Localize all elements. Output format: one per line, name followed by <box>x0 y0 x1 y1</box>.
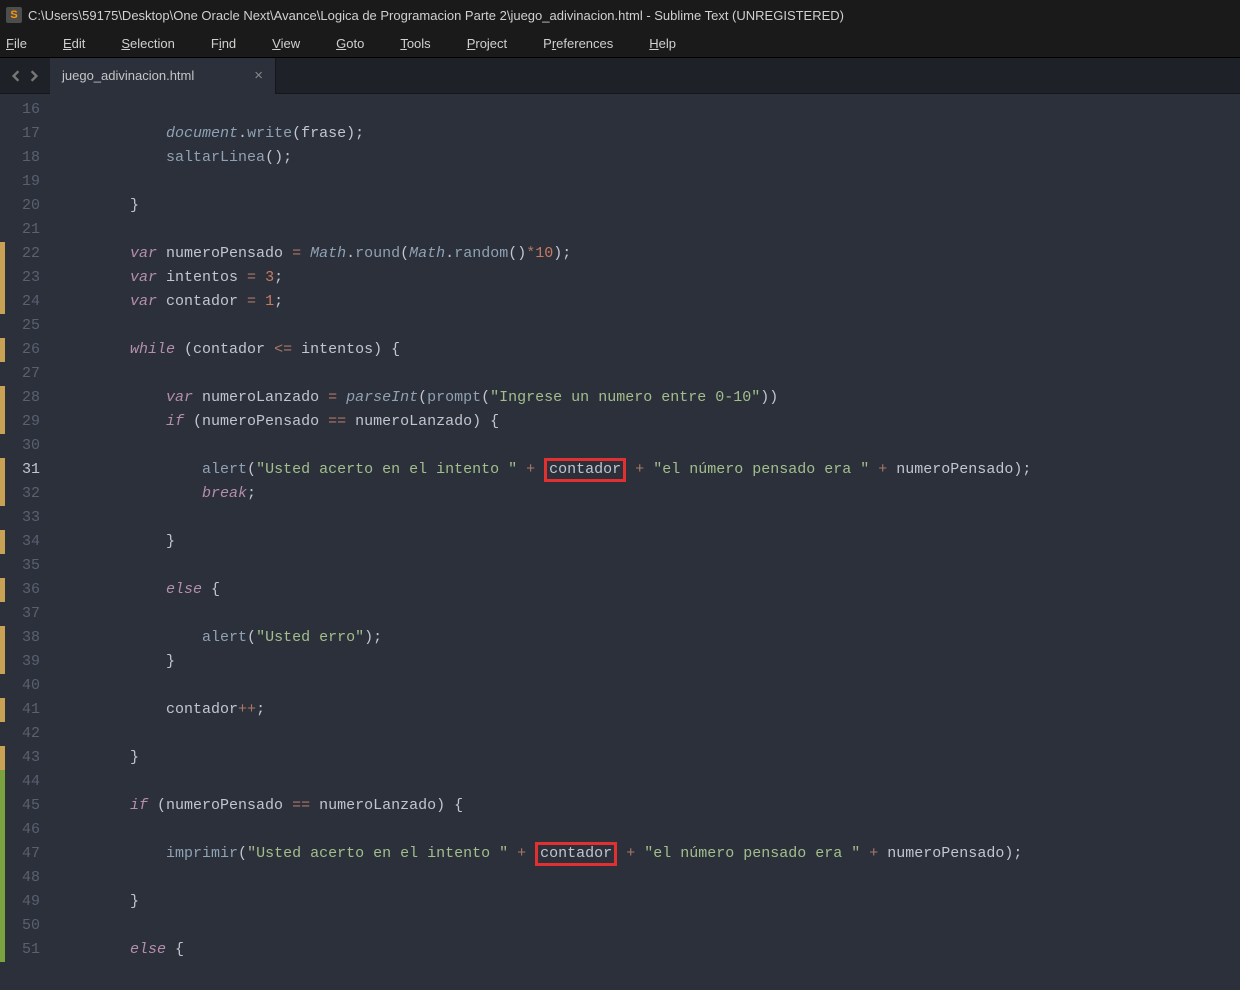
diff-gutter <box>0 98 6 990</box>
menu-file[interactable]: File <box>6 36 45 51</box>
menu-find[interactable]: Find <box>211 36 254 51</box>
menu-selection[interactable]: Selection <box>121 36 192 51</box>
menu-view[interactable]: View <box>272 36 318 51</box>
tabbar: juego_adivinacion.html × <box>0 58 1240 94</box>
tab-close-icon[interactable]: × <box>254 67 263 84</box>
editor[interactable]: 1617181920212223242526272829303132333435… <box>0 94 1240 990</box>
line-number-gutter: 1617181920212223242526272829303132333435… <box>0 94 58 990</box>
menu-preferences[interactable]: Preferences <box>543 36 631 51</box>
menu-project[interactable]: Project <box>467 36 525 51</box>
code-area[interactable]: document.write(frase); saltarLinea(); } … <box>58 94 1240 990</box>
sublime-app-icon: S <box>6 7 22 23</box>
menu-tools[interactable]: Tools <box>400 36 448 51</box>
menubar: File Edit Selection Find View Goto Tools… <box>0 30 1240 58</box>
window-titlebar: S C:\Users\59175\Desktop\One Oracle Next… <box>0 0 1240 30</box>
window-title: C:\Users\59175\Desktop\One Oracle Next\A… <box>28 8 844 23</box>
menu-help[interactable]: Help <box>649 36 694 51</box>
tab-label: juego_adivinacion.html <box>62 68 194 83</box>
nav-left-icon[interactable] <box>10 70 22 82</box>
tab-active[interactable]: juego_adivinacion.html × <box>50 58 276 94</box>
tab-nav-arrows <box>0 70 50 82</box>
nav-right-icon[interactable] <box>28 70 40 82</box>
menu-edit[interactable]: Edit <box>63 36 103 51</box>
menu-goto[interactable]: Goto <box>336 36 382 51</box>
